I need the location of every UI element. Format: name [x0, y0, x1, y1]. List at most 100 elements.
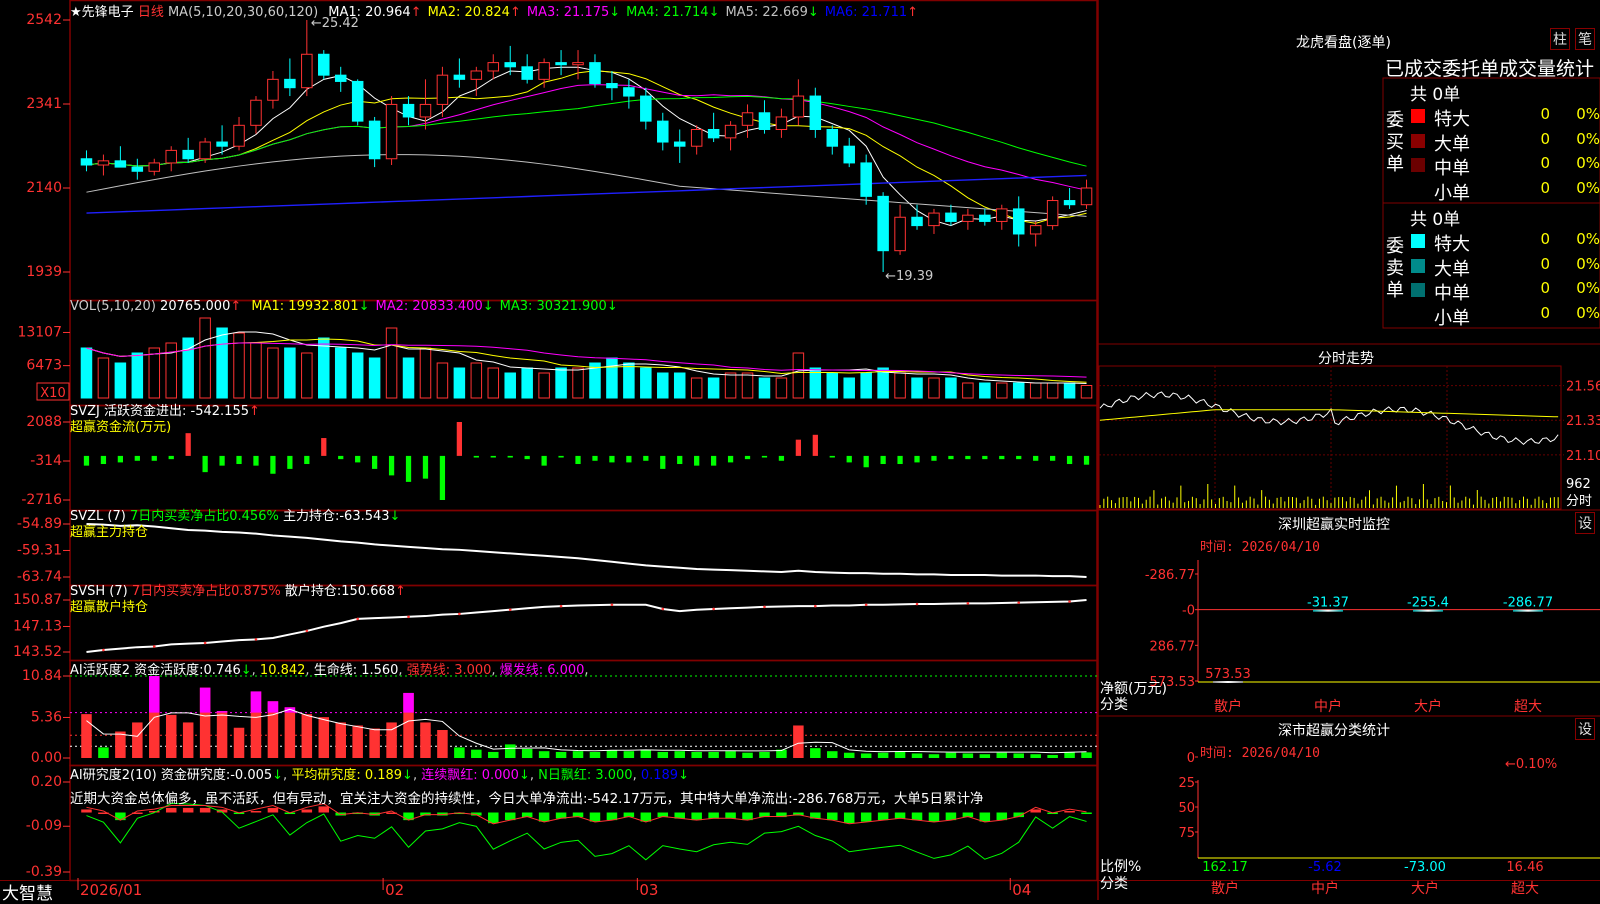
svzj-bar	[694, 455, 700, 466]
svsh-dot	[966, 602, 970, 605]
buy-row-v: 0	[1540, 105, 1550, 123]
svsh-dot	[254, 638, 258, 641]
y-tick-label: -54.89	[17, 516, 62, 532]
sell-total: 共 0单	[1410, 210, 1461, 230]
ma-arrow: ↓	[807, 5, 819, 20]
tick-mode-button[interactable]: 笔	[1575, 28, 1595, 50]
vol-bar	[996, 382, 1008, 399]
y-tick-label: 2088	[26, 414, 62, 430]
ai1-bar	[216, 711, 228, 758]
candle	[284, 78, 296, 89]
ai2-bar	[165, 807, 177, 813]
monitor-bar-label: -286.77	[1503, 596, 1553, 611]
ai1-bar	[640, 750, 652, 758]
svzj-bar	[1016, 455, 1022, 460]
svsh-dot	[864, 603, 868, 607]
svzj-bar	[473, 455, 479, 458]
vol-bar	[911, 377, 923, 399]
candle	[182, 149, 194, 160]
candle	[707, 128, 720, 139]
low-label: ←19.39	[885, 269, 933, 284]
ai1-bar	[894, 751, 906, 758]
svsh-dot	[610, 603, 614, 607]
monitor-cat-label: 超大	[1514, 699, 1542, 715]
candle	[843, 145, 855, 164]
ai1-bar	[233, 727, 245, 758]
buy-row-v: 0	[1540, 154, 1550, 172]
y-tick-label: 143.52	[13, 644, 62, 660]
y-tick-label: 2542	[26, 12, 62, 28]
ai1-bar	[572, 751, 584, 758]
monitor-settings-button[interactable]: 设	[1575, 512, 1595, 534]
ai2-bar	[115, 812, 126, 821]
ai1-bar	[657, 751, 669, 758]
vol-bar	[216, 327, 228, 399]
vol-ma-arrow: ↓	[358, 299, 370, 314]
class-cat-label: 超大	[1511, 881, 1539, 897]
class-settings-button[interactable]: 设	[1575, 718, 1595, 740]
svzj-header: SVZJ 活跃资金进出: -542.155↑ 超赢资金流(万元)	[70, 404, 260, 436]
vol-bar	[504, 372, 516, 399]
svzj-bar	[1066, 455, 1073, 465]
candle	[521, 66, 533, 80]
candle	[1046, 200, 1059, 227]
stock-name[interactable]: 先锋电子	[82, 5, 134, 20]
svzj-bar	[1083, 455, 1090, 465]
ai1-bar	[504, 744, 516, 758]
candle	[487, 62, 500, 72]
vol-bar	[724, 372, 737, 399]
vol-bar	[385, 327, 398, 399]
ai1-value: 0.746	[203, 663, 241, 678]
candle	[419, 103, 432, 118]
fenshi-title[interactable]: 分时走势	[1318, 348, 1374, 368]
vol-ma-item: MA1: 19932.801↓	[251, 299, 370, 314]
sell-row-name: 大单	[1434, 258, 1470, 280]
candle	[436, 74, 449, 105]
ai1-bar-top	[250, 691, 262, 713]
svzj-bar	[117, 455, 124, 463]
ai2-bar	[877, 812, 889, 821]
vol-bar	[453, 367, 466, 399]
period-label[interactable]: 日线	[138, 5, 164, 20]
ai1-bar-top	[284, 707, 296, 713]
candle	[216, 141, 228, 147]
ai2-bar	[267, 807, 279, 813]
ma-arrow: ↓	[609, 5, 621, 20]
fenshi-price-line	[1099, 391, 1559, 446]
svzj-bar	[371, 455, 378, 469]
svzl-value: -63.543	[339, 509, 390, 524]
vol-bar	[80, 347, 93, 399]
ai2-bar	[725, 812, 736, 819]
monitor-cat-label: 中户	[1314, 698, 1342, 715]
candle	[690, 128, 703, 147]
vol-bar	[690, 377, 703, 399]
ai1-bar	[979, 754, 991, 758]
ma-params: MA(5,10,20,30,60,120)	[167, 5, 319, 20]
sell-row-p: 0%	[1576, 254, 1600, 273]
ma-item: MA4: 21.714↓	[626, 5, 720, 20]
ai1-bar	[488, 751, 499, 758]
candle	[1029, 225, 1042, 235]
vol-bar	[707, 377, 720, 399]
ai1-bar	[420, 722, 431, 758]
ai1-bar	[708, 751, 719, 758]
svzj-bar	[1049, 455, 1056, 461]
svzl-mid: 7日内买卖净占比0.456%	[129, 509, 279, 524]
svzj-bar	[778, 455, 785, 461]
ai1-bar	[996, 752, 1008, 758]
buy-swatch	[1411, 133, 1425, 148]
ai1-bar	[182, 722, 194, 758]
class-value-label: -73.00	[1404, 860, 1446, 875]
candle	[80, 158, 93, 166]
buy-swatch	[1411, 182, 1425, 197]
vol-bar	[1046, 382, 1059, 399]
monitor-bar-label: -255.4	[1407, 596, 1449, 611]
x-tick-label: 02	[385, 881, 404, 899]
fenshi-y-label: 21.10	[1566, 449, 1600, 464]
buy-label: 委买单	[1386, 110, 1404, 175]
bar-mode-button[interactable]: 柱	[1550, 28, 1570, 50]
candle	[826, 128, 839, 147]
candle	[623, 87, 635, 97]
monitor-cat: 分类	[1100, 697, 1128, 713]
class-y-label: 0	[1187, 751, 1195, 766]
